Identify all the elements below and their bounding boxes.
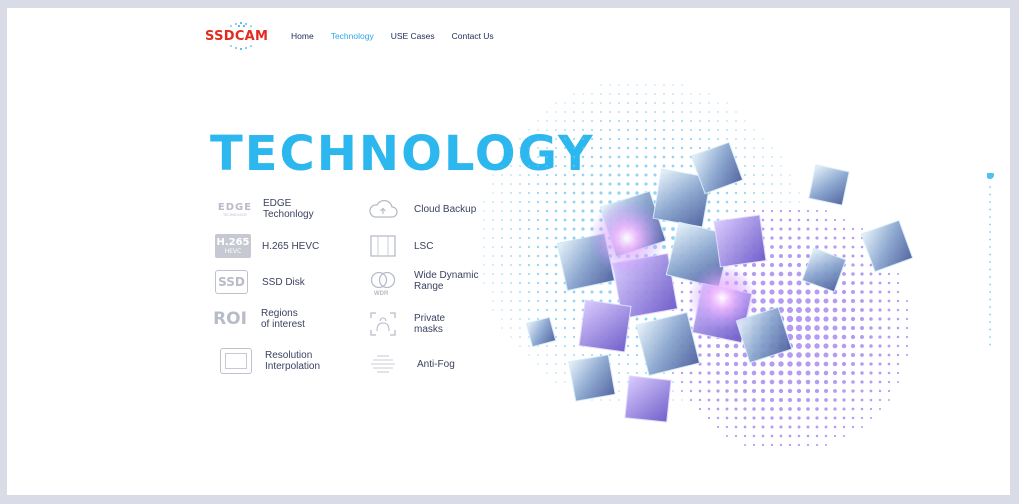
feature-h265-line1: H.265 HEVC — [262, 240, 320, 252]
feature-lsc: LSC — [369, 234, 433, 258]
private-mask-icon — [370, 312, 396, 336]
nav-contact-us[interactable]: Contact Us — [452, 31, 494, 41]
wdr-icon-text: WDR — [374, 291, 389, 297]
ssd-icon-text: SSD — [218, 275, 245, 289]
feature-anti-fog-line1: Anti-Fog — [417, 358, 455, 370]
hero-cube-illustration — [483, 84, 914, 447]
feature-h265: H.265 HEVC H.265 HEVC — [215, 234, 319, 258]
feature-roi: ROI Regions of interest — [207, 308, 305, 330]
nav-home[interactable]: Home — [291, 31, 314, 41]
pagination-dot-active[interactable] — [987, 173, 994, 179]
lsc-icon — [370, 235, 396, 257]
ssd-icon: SSD — [215, 270, 248, 294]
feature-edge-label: EDGE Techonlogy — [263, 198, 314, 220]
feature-h265-label: H.265 HEVC — [262, 241, 319, 252]
cloud-icon — [369, 199, 398, 218]
feature-anti-fog-label: Anti-Fog — [417, 359, 455, 370]
roi-icon: ROI — [207, 308, 253, 330]
resolution-icon — [220, 348, 252, 374]
feature-resolution: Resolution Interpolation — [220, 348, 320, 374]
feature-ssd-line1: SSD Disk — [262, 276, 305, 288]
logo[interactable]: SSDCAM — [205, 21, 277, 51]
feature-private-line1: Private — [414, 313, 446, 324]
edge-icon: EDGE TECHNOLOGY — [215, 198, 255, 220]
h265-icon-subtext: HEVC — [224, 248, 242, 255]
feature-resolution-line1: Resolution — [265, 350, 313, 361]
wdr-icon: WDR — [369, 270, 397, 300]
feature-private-line2: masks — [414, 324, 443, 335]
logo-text: SSDCAM — [205, 29, 269, 44]
feature-ssd: SSD SSD Disk — [215, 270, 305, 294]
edge-icon-text: EDGE — [217, 201, 253, 213]
feature-edge-line1: EDGE — [263, 198, 292, 209]
slide-pagination[interactable] — [987, 173, 999, 353]
feature-roi-line2: of interest — [261, 319, 305, 330]
nav-technology[interactable]: Technology — [331, 31, 374, 41]
h265-icon: H.265 HEVC — [215, 234, 251, 258]
feature-private-masks: Private masks — [369, 311, 445, 337]
feature-resolution-label: Resolution Interpolation — [265, 350, 320, 372]
top-nav: SSDCAM Home Technology USE Cases Contact… — [205, 20, 511, 52]
feature-ssd-label: SSD Disk — [262, 277, 305, 288]
feature-private-label: Private masks — [414, 313, 445, 335]
feature-roi-label: Regions of interest — [261, 308, 305, 330]
feature-anti-fog: Anti-Fog — [369, 353, 455, 375]
feature-lsc-line1: LSC — [414, 240, 434, 252]
feature-lsc-label: LSC — [414, 241, 433, 252]
page-frame: SSDCAM Home Technology USE Cases Contact… — [7, 8, 1010, 495]
feature-cloud-backup: Cloud Backup — [367, 198, 476, 220]
edge-icon-subtext: TECHNOLOGY — [222, 212, 248, 217]
nav-use-cases[interactable]: USE Cases — [391, 31, 435, 41]
anti-fog-icon — [371, 355, 395, 373]
feature-resolution-line2: Interpolation — [265, 361, 321, 372]
feature-roi-line1: Regions — [261, 308, 298, 319]
roi-icon-text: ROI — [213, 309, 247, 329]
h265-icon-text: H.265 — [216, 237, 250, 248]
feature-edge: EDGE TECHNOLOGY EDGE Techonlogy — [215, 198, 314, 220]
feature-edge-line2: Techonlogy — [263, 209, 314, 220]
feature-wdr: WDR Wide Dynamic Range — [369, 270, 478, 300]
